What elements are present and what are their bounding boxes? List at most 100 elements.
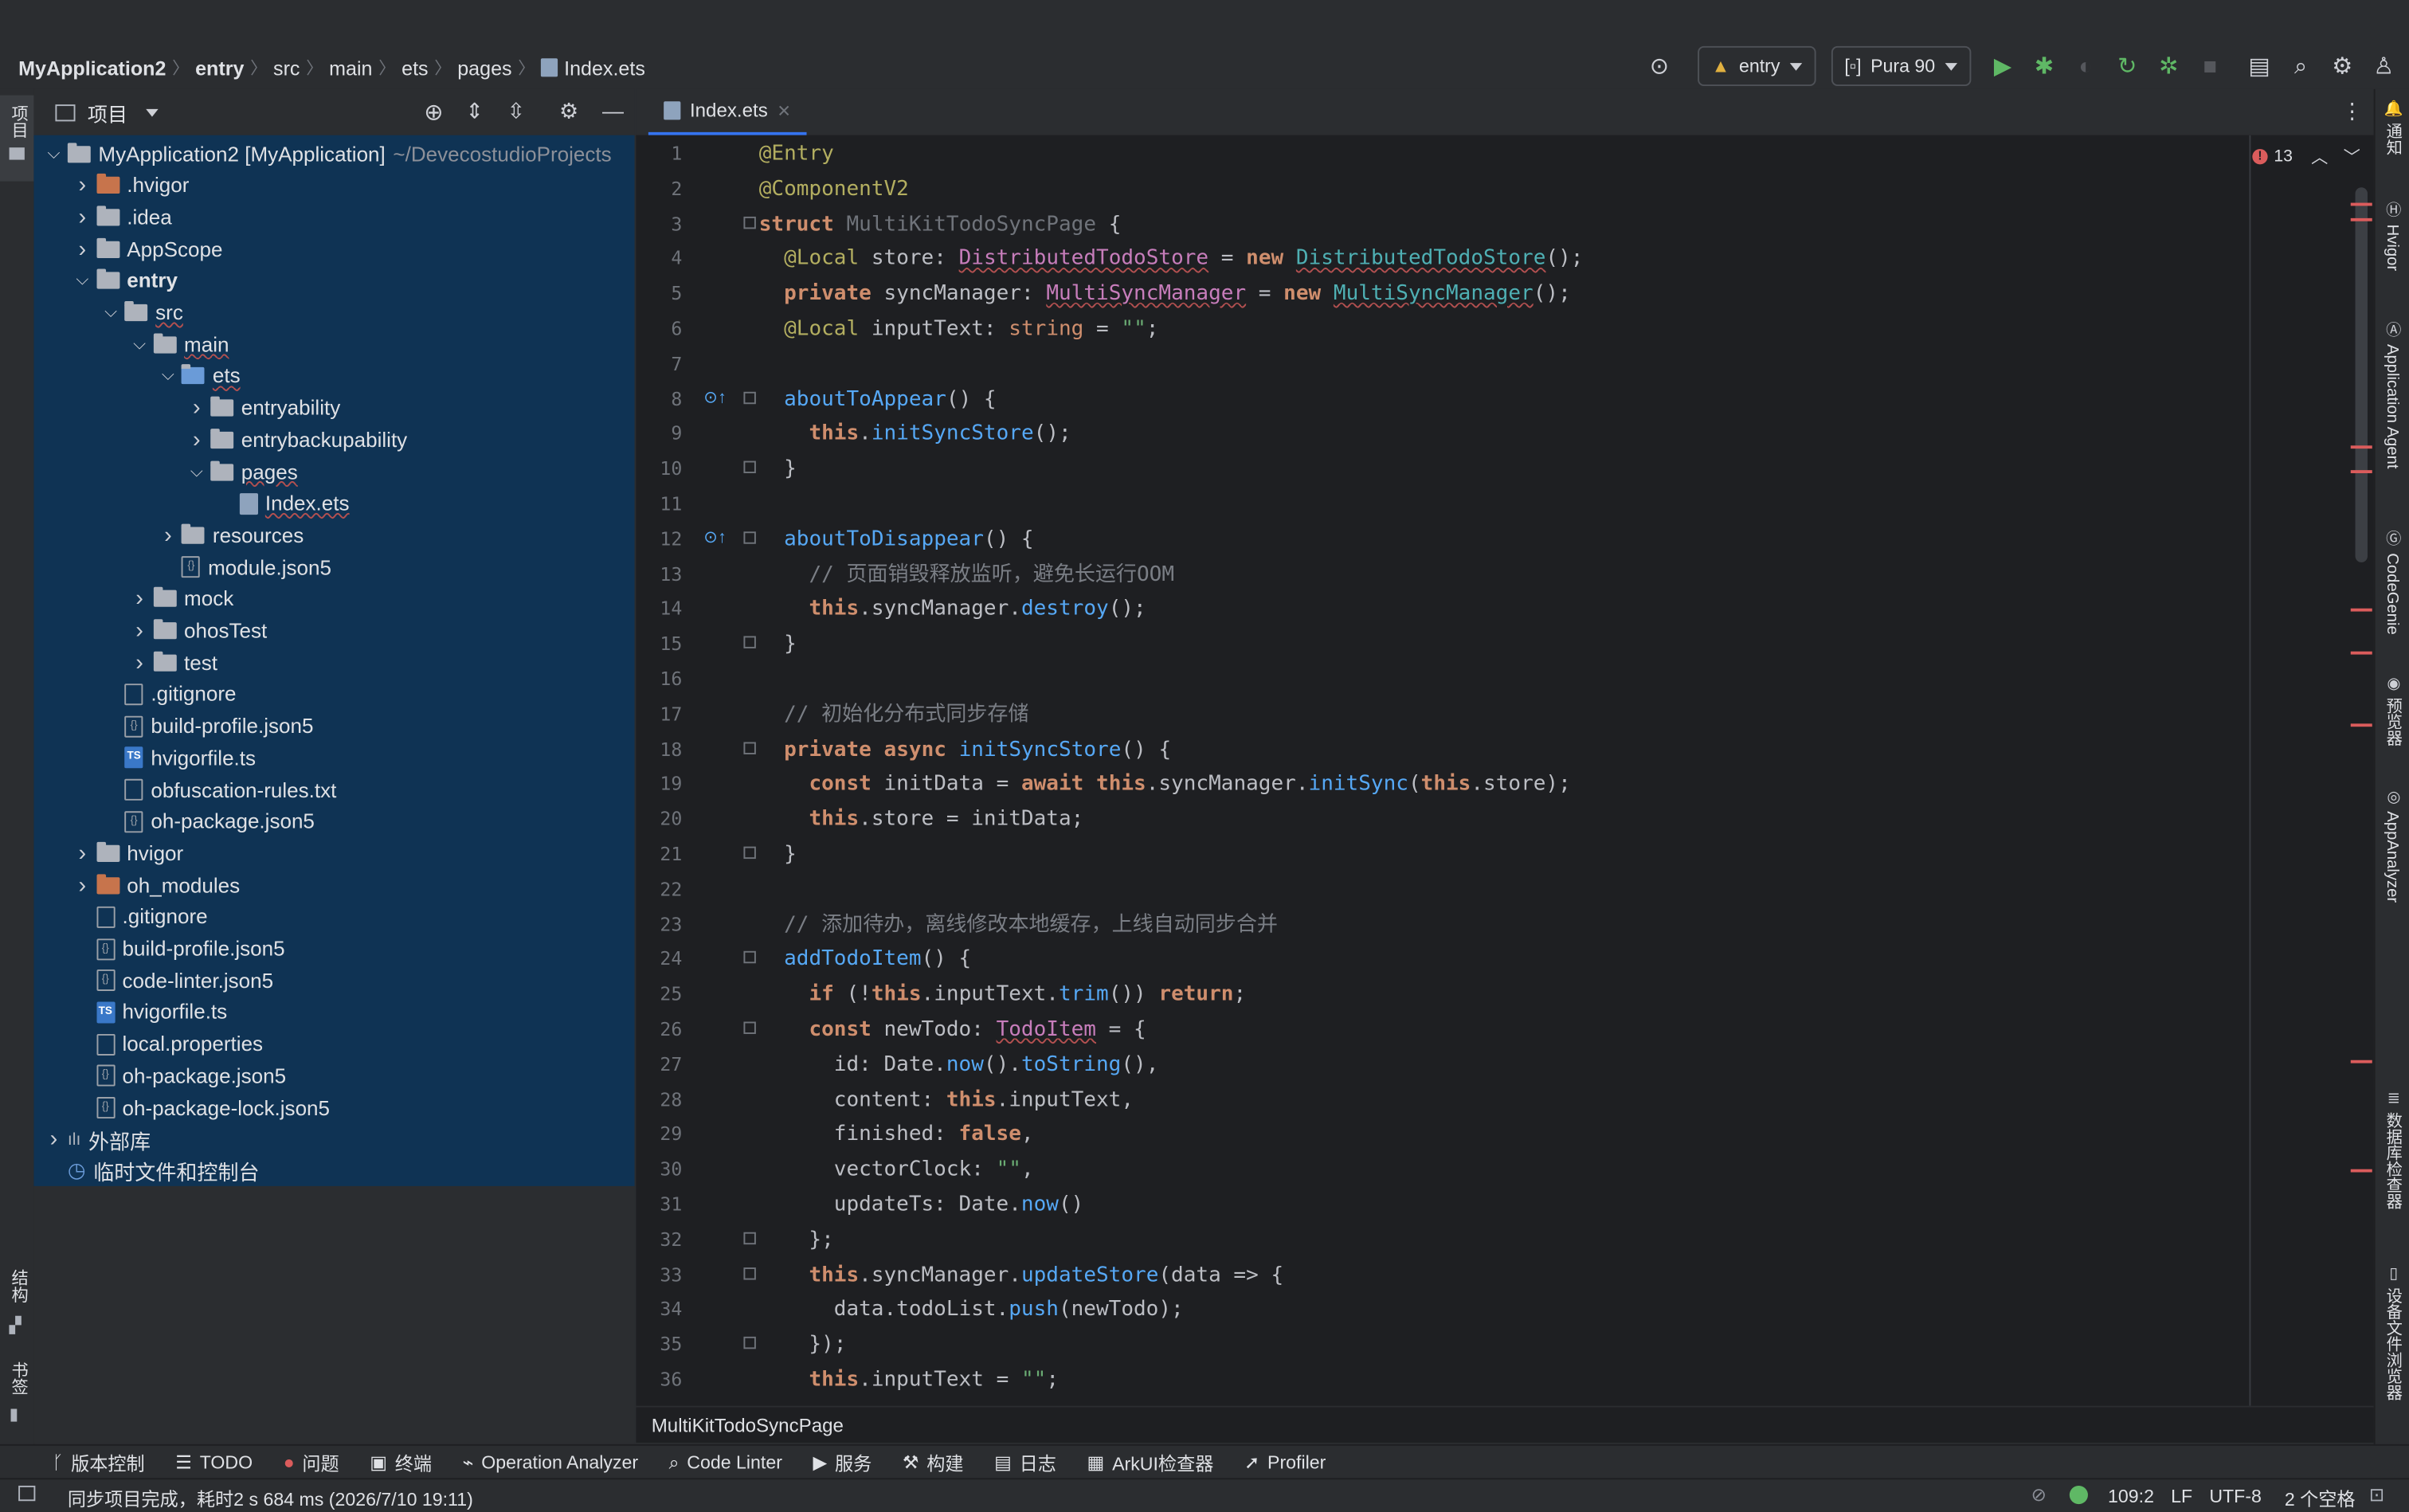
tree-item[interactable]: local.properties	[33, 1028, 634, 1060]
operation-analyzer-tool[interactable]: ⌁ Operation Analyzer	[463, 1452, 638, 1474]
fold-icon[interactable]	[743, 636, 756, 649]
error-marker[interactable]	[2350, 217, 2372, 221]
indent-setting[interactable]: 2 个空格	[2285, 1486, 2356, 1512]
code-line[interactable]: private syncManager: MultiSyncManager = …	[759, 277, 1571, 311]
build-tool[interactable]: ⚒ 构建	[903, 1450, 964, 1476]
file-encoding[interactable]: UTF-8	[2209, 1486, 2262, 1507]
cursor-position[interactable]: 109:2	[2108, 1486, 2154, 1507]
code-line[interactable]: if (!this.inputText.trim()) return;	[759, 977, 1246, 1011]
project-view-select[interactable]: 项目	[88, 97, 127, 127]
stop-icon[interactable]: ■	[2193, 49, 2227, 83]
tree-item[interactable]: › AppScope	[33, 233, 634, 264]
minimize-icon[interactable]: —	[602, 98, 624, 123]
services-tool[interactable]: ▶ 服务	[813, 1450, 872, 1476]
tree-item[interactable]: Index.ets	[33, 488, 634, 519]
breadcrumb-file[interactable]: Index.ets	[564, 56, 645, 79]
breadcrumb-project[interactable]: MyApplication2	[18, 56, 166, 79]
chevron-right-icon[interactable]: ›	[72, 236, 93, 262]
right-tool-button[interactable]: Ⓐ Application Agent	[2378, 316, 2409, 469]
error-marker[interactable]	[2350, 1169, 2372, 1173]
tree-item[interactable]: › test	[33, 647, 634, 678]
tree-item[interactable]: › hvigor	[33, 838, 634, 869]
structure-breadcrumb[interactable]: MultiKitTodoSyncPage	[636, 1405, 2374, 1443]
right-tool-button[interactable]: ▯ 设备文件浏览器	[2378, 1266, 2409, 1400]
code-line[interactable]: @Entry	[759, 137, 834, 170]
code-line[interactable]: finished: false,	[759, 1118, 1034, 1151]
tree-item[interactable]: › resources	[33, 520, 634, 551]
code-line[interactable]: };	[759, 1223, 833, 1256]
breadcrumb-ets[interactable]: ets	[402, 56, 428, 79]
account-icon[interactable]: ♙	[2367, 49, 2400, 83]
code-line[interactable]: // 页面销毁释放监听，避免长运行OOM	[759, 557, 1174, 590]
code-line[interactable]: aboutToAppear() {	[759, 382, 997, 415]
rerun-icon[interactable]: ↻	[2110, 49, 2144, 83]
tree-item[interactable]: › entryability	[33, 393, 634, 424]
code-line[interactable]: addTodoItem() {	[759, 942, 971, 976]
tree-item[interactable]: {} module.json5	[33, 552, 634, 583]
tree-item[interactable]: TS hvigorfile.ts	[33, 997, 634, 1028]
breadcrumb-main[interactable]: main	[329, 56, 372, 79]
code-line[interactable]: id: Date.now().toString(),	[759, 1048, 1159, 1081]
tree-item[interactable]: obfuscation-rules.txt	[33, 774, 634, 805]
tree-item[interactable]: {} oh-package.json5	[33, 806, 634, 837]
tree-item[interactable]: ⌵ main	[33, 329, 634, 360]
code-line[interactable]: }	[759, 837, 797, 871]
problems-tool[interactable]: ● 问题	[284, 1450, 339, 1476]
breadcrumb-module[interactable]: entry	[195, 56, 244, 79]
code-line[interactable]: this.initSyncStore();	[759, 417, 1071, 450]
fold-icon[interactable]	[743, 391, 756, 404]
chevron-down-icon[interactable]: ⌵	[72, 271, 93, 291]
run-icon[interactable]: ▶	[1986, 49, 2019, 83]
tree-item[interactable]: {} build-profile.json5	[33, 711, 634, 742]
chevron-down-icon[interactable]: ⌵	[100, 303, 122, 323]
tree-item[interactable]: ⌵ pages	[33, 456, 634, 488]
fold-icon[interactable]	[743, 846, 756, 860]
no-device-icon[interactable]: ⊘	[2031, 1484, 2047, 1506]
code-area[interactable]: @Entry @ComponentV2 struct MultiKitTodoSyn…	[759, 135, 2265, 1406]
tree-item[interactable]: ⌵ src	[33, 297, 634, 328]
chevron-right-icon[interactable]: ›	[186, 427, 207, 453]
code-line[interactable]: aboutToDisappear() {	[759, 522, 1034, 555]
chevron-right-icon[interactable]: ›	[72, 840, 93, 867]
chevron-right-icon[interactable]: ›	[72, 172, 93, 198]
code-line[interactable]: updateTs: Date.now()	[759, 1188, 1084, 1221]
fold-icon[interactable]	[743, 741, 756, 754]
chevron-right-icon[interactable]: ›	[43, 1126, 65, 1153]
tree-item[interactable]: › oh_modules	[33, 870, 634, 901]
tree-item[interactable]: › mock	[33, 583, 634, 614]
chevron-right-icon[interactable]: ›	[157, 523, 178, 549]
tree-item[interactable]: .gitignore	[33, 679, 634, 710]
fold-icon[interactable]	[743, 460, 756, 474]
tree-item[interactable]: › ılı 外部库	[33, 1124, 634, 1155]
line-ending[interactable]: LF	[2171, 1486, 2192, 1507]
error-marker[interactable]	[2350, 202, 2372, 206]
code-line[interactable]: // 初始化分布式同步存储	[759, 697, 1028, 731]
code-line[interactable]: @Local inputText: string = "";	[759, 312, 1158, 346]
tree-item[interactable]: TS hvigorfile.ts	[33, 742, 634, 774]
device-manager-icon[interactable]: ▤	[2243, 49, 2276, 83]
error-marker[interactable]	[2350, 723, 2372, 727]
version-control-tool[interactable]: ᚴ 版本控制	[53, 1450, 145, 1476]
status-message[interactable]: 同步项目完成，耗时2 s 684 ms (2026/7/10 19:11)	[68, 1486, 473, 1512]
error-marker[interactable]	[2350, 608, 2372, 612]
expand-all-icon[interactable]: ⇕	[465, 98, 484, 124]
tree-item[interactable]: {} code-linter.json5	[33, 966, 634, 997]
override-marker-icon[interactable]: ⊙↑	[703, 386, 726, 406]
code-line[interactable]: data.todoList.push(newTodo);	[759, 1293, 1184, 1326]
fold-icon[interactable]	[743, 1337, 756, 1349]
close-icon[interactable]: ✕	[777, 100, 791, 120]
code-line[interactable]: this.store = initData;	[759, 802, 1083, 836]
code-line[interactable]: content: this.inputText,	[759, 1083, 1134, 1116]
lock-icon[interactable]: ⊡	[2369, 1484, 2384, 1506]
error-marker[interactable]	[2350, 445, 2372, 449]
inspection-widget[interactable]: ! 13 ︿ ﹀	[2252, 144, 2360, 169]
code-line[interactable]: this.syncManager.destroy();	[759, 592, 1146, 625]
device-select[interactable]: [▫] Pura 90	[1831, 45, 1971, 87]
error-marker[interactable]	[2350, 470, 2372, 474]
structure-breadcrumb-label[interactable]: MultiKitTodoSyncPage	[652, 1414, 844, 1436]
chevron-right-icon[interactable]: ›	[72, 872, 93, 899]
error-marker[interactable]	[2350, 1060, 2372, 1063]
chevron-down-icon[interactable]: ⌵	[43, 143, 65, 163]
profile-icon[interactable]: ◐	[2069, 49, 2102, 83]
debug-icon[interactable]: ✱	[2027, 49, 2061, 83]
